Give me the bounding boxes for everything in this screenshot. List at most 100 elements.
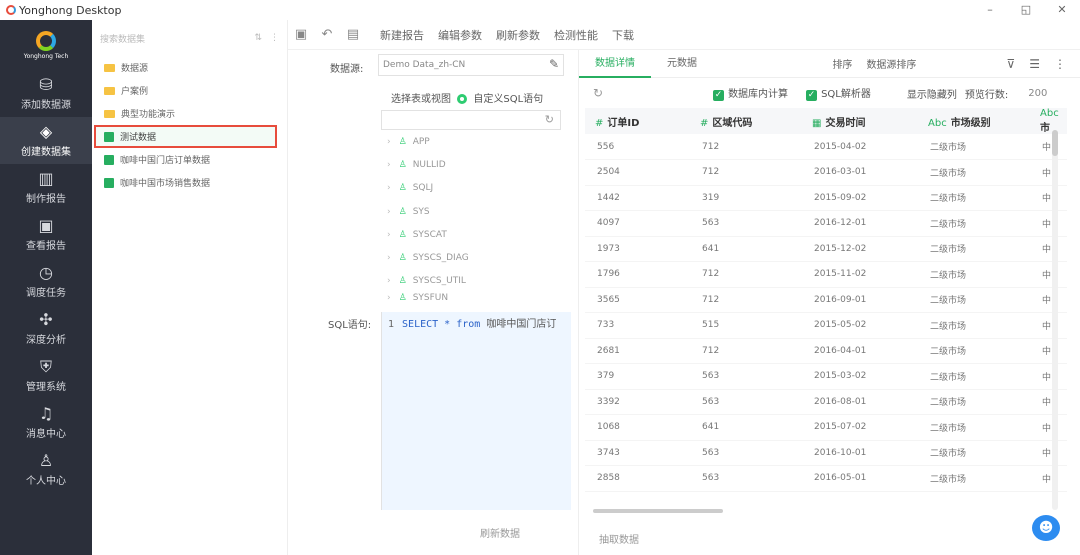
nav-personal-center[interactable]: ♙ 个人中心: [0, 446, 92, 493]
column-title: 市: [1040, 123, 1050, 134]
list-icon[interactable]: ☰: [1029, 57, 1040, 71]
nav-deep-analysis[interactable]: ✣ 深度分析: [0, 305, 92, 352]
refresh-params-button[interactable]: 刷新参数: [496, 27, 540, 43]
sort-source-button[interactable]: 数据源排序: [866, 56, 916, 71]
edit-params-button[interactable]: 编辑参数: [438, 27, 482, 43]
table-row[interactable]: 3743 563 2016-10-01 二级市场中: [585, 440, 1067, 466]
table-row[interactable]: 1068 641 2015-07-02 二级市场中: [585, 414, 1067, 441]
mode-sql-radio[interactable]: [457, 94, 468, 104]
download-button[interactable]: 下载: [612, 27, 634, 43]
column-header[interactable]: # 区域代码: [690, 108, 802, 134]
check-performance-button[interactable]: 检测性能: [554, 27, 598, 43]
nav-create-dataset[interactable]: ◈ 创建数据集: [0, 117, 92, 164]
nav-view-report[interactable]: ▣ 查看报告: [0, 211, 92, 258]
extract-data-button[interactable]: 抽取数据: [599, 531, 639, 546]
tree-dataset-test[interactable]: 测试数据: [94, 125, 277, 148]
table-cell: 4097: [585, 210, 690, 237]
more-icon[interactable]: ⋮: [1054, 57, 1066, 71]
sort-button[interactable]: 排序: [832, 56, 852, 71]
table-cell: 中: [1030, 440, 1067, 466]
horizontal-scrollbar[interactable]: [593, 509, 723, 513]
db-calc-option[interactable]: ✓ 数据库内计算: [713, 85, 788, 101]
schema-node[interactable]: › ♙ NULLID: [381, 153, 561, 176]
refresh-icon[interactable]: ↻: [593, 86, 603, 100]
table-row[interactable]: 556 712 2015-04-02 二级市场中: [585, 134, 1067, 160]
table-row[interactable]: 733 515 2015-05-02 二级市场中: [585, 312, 1067, 339]
schema-node[interactable]: › ♙ SQLJ: [381, 177, 561, 200]
table-cell: 2504: [585, 159, 690, 186]
sql-parser-option[interactable]: ✓ SQL解析器: [806, 85, 871, 101]
table-row[interactable]: 2858 563 2016-05-01 二级市场中: [585, 465, 1067, 492]
schema-node[interactable]: › ♙ SYSCS_DIAG: [381, 246, 561, 269]
undo-icon[interactable]: ↶: [314, 27, 340, 42]
schema-search-box[interactable]: ↻: [381, 110, 561, 130]
table-row[interactable]: 3392 563 2016-08-01 二级市场中: [585, 389, 1067, 415]
mode-sql-label[interactable]: 自定义SQL语句: [473, 94, 543, 105]
column-header[interactable]: # 订单ID: [585, 108, 690, 134]
tree-folder-demos[interactable]: 典型功能演示: [92, 102, 287, 125]
table-cell: 563: [690, 210, 802, 237]
nav-make-report[interactable]: ▥ 制作报告: [0, 164, 92, 211]
save-as-icon[interactable]: ▤: [340, 27, 366, 42]
title-bar: Yonghong Desktop – ◱ ✕: [0, 0, 1080, 20]
datasource-select[interactable]: Demo Data_zh-CN ✎: [378, 54, 564, 76]
vertical-scrollbar[interactable]: [1052, 130, 1058, 510]
chevron-right-icon: ›: [387, 253, 391, 264]
tree-folder-cases[interactable]: 户案例: [92, 79, 287, 102]
nav-schedule-task[interactable]: ◷ 调度任务: [0, 258, 92, 305]
preview-tabs: 数据详情 元数据 排序 数据源排序 ⊽ ☰ ⋮: [579, 50, 1080, 78]
brand: Yonghong Tech: [0, 20, 92, 70]
refresh-icon[interactable]: ↻: [545, 113, 554, 126]
table-row[interactable]: 3565 712 2016-09-01 二级市场中: [585, 287, 1067, 313]
database-icon: ⛁: [39, 75, 53, 94]
nav-message-center[interactable]: ♫ 消息中心: [0, 399, 92, 446]
tab-metadata[interactable]: 元数据: [651, 50, 713, 78]
assistant-robot-icon[interactable]: ☻: [1032, 515, 1060, 541]
scroll-thumb[interactable]: [1052, 130, 1058, 156]
schema-node[interactable]: › ♙ APP: [381, 130, 561, 153]
table-cell: 1796: [585, 261, 690, 288]
column-header[interactable]: Abc 市: [1030, 108, 1067, 134]
schema-node[interactable]: › ♙ SYS: [381, 200, 561, 223]
table-row[interactable]: 4097 563 2016-12-01 二级市场中: [585, 210, 1067, 237]
column-header[interactable]: ▦ 交易时间: [802, 108, 918, 134]
table-cell: 二级市场: [918, 159, 1030, 186]
refresh-data-button[interactable]: 刷新数据: [480, 525, 520, 540]
tree-dataset-coffee-orders[interactable]: 咖啡中国门店订单数据: [92, 148, 287, 171]
table-row[interactable]: 1442 319 2015-09-02 二级市场中: [585, 185, 1067, 211]
restore-button[interactable]: ◱: [1008, 0, 1044, 20]
nav-add-datasource[interactable]: ⛁ 添加数据源: [0, 70, 92, 117]
tab-data-details[interactable]: 数据详情: [579, 50, 651, 78]
column-header[interactable]: Abc 市场级别: [918, 108, 1030, 134]
table-row[interactable]: 1796 712 2015-11-02 二级市场中: [585, 261, 1067, 288]
table-cell: 712: [690, 159, 802, 186]
close-button[interactable]: ✕: [1044, 0, 1080, 20]
schema-node[interactable]: › ♙ SYSCS_UTIL: [381, 270, 561, 293]
brand-logo-icon: [36, 30, 56, 51]
new-report-button[interactable]: 新建报告: [380, 27, 424, 43]
save-icon[interactable]: ▣: [288, 27, 314, 42]
chevron-right-icon: ›: [387, 293, 391, 304]
table-row[interactable]: 2504 712 2016-03-01 二级市场中: [585, 159, 1067, 186]
more-icon[interactable]: ⋮: [270, 33, 279, 43]
filter-icon[interactable]: ⊽: [1006, 57, 1015, 71]
nav-manage-system[interactable]: ⛨ 管理系统: [0, 352, 92, 399]
minimize-button[interactable]: –: [972, 0, 1008, 20]
mode-table-label[interactable]: 选择表或视图: [391, 94, 451, 105]
table-row[interactable]: 2681 712 2016-04-01 二级市场中: [585, 338, 1067, 364]
table-cell: 319: [690, 185, 802, 211]
sql-editor[interactable]: 1 SELECT * from 咖啡中国门店订: [381, 312, 571, 510]
dataset-search[interactable]: 搜索数据集 ⇅ ⋮: [100, 24, 279, 52]
table-row[interactable]: 1973 641 2015-12-02 二级市场中: [585, 236, 1067, 262]
show-hidden-option[interactable]: 显示隐藏列: [907, 86, 957, 101]
table-row[interactable]: 379 563 2015-03-02 二级市场中: [585, 363, 1067, 390]
preview-rows-input[interactable]: 200: [1028, 88, 1047, 99]
sort-icon[interactable]: ⇅: [254, 33, 262, 43]
column-title: 交易时间: [825, 117, 866, 129]
nav-label: 查看报告: [26, 241, 66, 252]
tree-folder-datasource[interactable]: 数据源: [92, 56, 287, 79]
schema-node[interactable]: › ♙ SYSFUN: [381, 293, 561, 303]
tree-dataset-coffee-market[interactable]: 咖啡中国市场销售数据: [92, 171, 287, 194]
schema-node[interactable]: › ♙ SYSCAT: [381, 223, 561, 246]
edit-icon[interactable]: ✎: [549, 57, 559, 71]
